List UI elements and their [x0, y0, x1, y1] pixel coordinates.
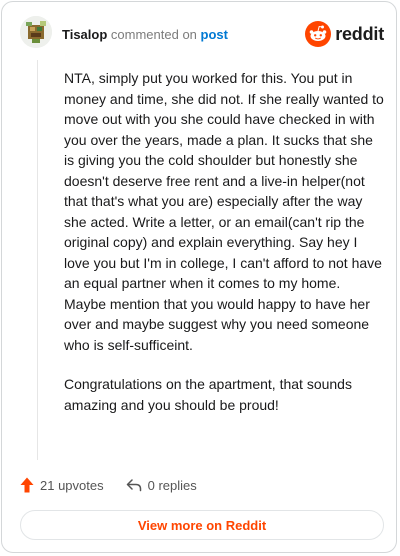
upvote-count: 21 upvotes [40, 477, 104, 493]
reddit-wordmark: reddit [335, 23, 384, 44]
comment-paragraph: NTA, simply put you worked for this. You… [64, 70, 384, 353]
upvote-arrow-icon [20, 477, 34, 493]
thread-line [37, 60, 38, 460]
upvote-button[interactable]: 21 upvotes [20, 477, 104, 493]
view-more-button[interactable]: View more on Reddit [20, 510, 384, 540]
commented-on-text: commented on [110, 27, 197, 42]
comment-meta: Tisalop commented on post [62, 27, 228, 43]
reply-button[interactable]: 0 replies [126, 478, 197, 493]
reddit-brand[interactable]: reddit [305, 20, 384, 48]
post-link[interactable]: post [201, 27, 228, 42]
comment-header: Tisalop commented on post reddit [20, 16, 384, 56]
reddit-logo-icon [305, 21, 332, 47]
comment-actions: 21 upvotes 0 replies [20, 474, 219, 496]
avatar-image [20, 16, 52, 48]
comment-paragraph: Congratulations on the apartment, that s… [64, 376, 352, 413]
reply-arrow-icon [126, 479, 141, 492]
author-name[interactable]: Tisalop [62, 27, 107, 42]
avatar[interactable] [20, 16, 52, 48]
comment-body: NTA, simply put you worked for this. You… [64, 68, 384, 434]
reply-count: 0 replies [147, 477, 197, 493]
comment-embed-card: Tisalop commented on post reddit NTA, si… [1, 1, 397, 553]
